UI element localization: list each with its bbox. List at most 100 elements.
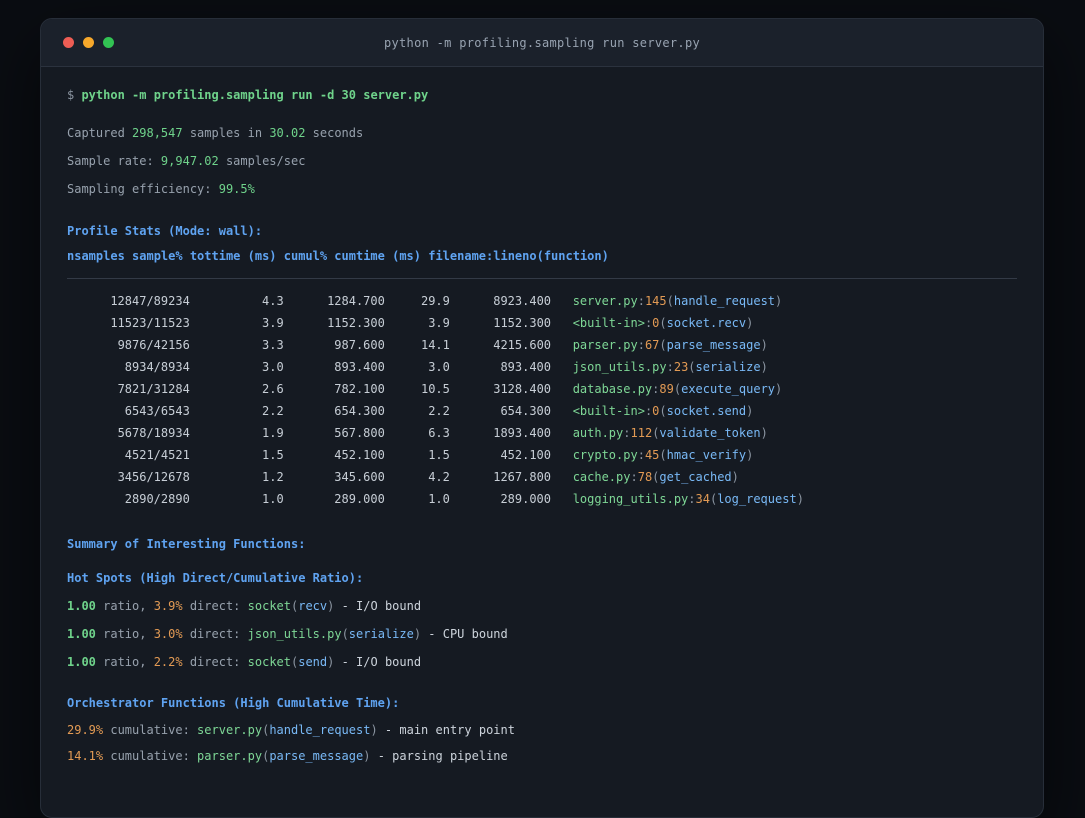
- sample-pct-cell: 3.0: [262, 360, 284, 374]
- nsamples-cell: 12847/89234: [110, 294, 190, 308]
- titlebar[interactable]: python -m profiling.sampling run server.…: [41, 19, 1043, 67]
- cumul-pct-cell: 1.5: [428, 448, 450, 462]
- cumulative-pct-value: 29.9%: [67, 723, 104, 737]
- cumul-pct-cell: 10.5: [420, 382, 450, 396]
- punct: ): [731, 470, 739, 484]
- ratio-label: ratio,: [95, 655, 154, 669]
- cumtime-cell: 1267.800: [493, 470, 552, 484]
- punct: :: [637, 338, 645, 352]
- nsamples-cell: 9876/42156: [117, 338, 190, 352]
- captured-line: Captured 298,547 samples in 30.02 second…: [67, 119, 1017, 147]
- tottime-cell: 782.100: [334, 382, 385, 396]
- lineno-text: 45: [644, 448, 660, 462]
- command-line: $ python -m profiling.sampling run -d 30…: [67, 81, 1017, 109]
- nsamples-cell: 4521/4521: [124, 448, 190, 462]
- filename-text: crypto.py: [572, 448, 638, 462]
- cumtime-cell: 8923.400: [493, 294, 552, 308]
- tottime-cell: 289.000: [334, 492, 385, 506]
- orchestrator-line: 29.9% cumulative: server.py(handle_reque…: [67, 717, 1017, 743]
- tottime-cell: 345.600: [334, 470, 385, 484]
- punct: ): [363, 749, 371, 763]
- nsamples-cell: 6543/6543: [124, 404, 190, 418]
- cumul-pct-cell: 14.1: [420, 338, 450, 352]
- role-note: - main entry point: [377, 723, 515, 737]
- punct: (: [262, 749, 270, 763]
- cumul-pct-cell: 2.2: [428, 404, 450, 418]
- target-name: parser.py: [197, 749, 263, 763]
- punct: :: [666, 360, 674, 374]
- table-row: 2890/2890 1.0 289.000 1.0 289.000 logging_uti…: [67, 488, 1017, 510]
- punct: ): [413, 627, 422, 641]
- window-title: python -m profiling.sampling run server.…: [383, 35, 701, 50]
- tottime-cell: 893.400: [334, 360, 385, 374]
- punct: ): [796, 492, 804, 506]
- function-name-text: parse_message: [269, 749, 364, 763]
- punct: :: [688, 492, 696, 506]
- captured-mid-label: samples in: [182, 126, 270, 140]
- punct: :: [637, 448, 645, 462]
- filename-text: <built-in>: [572, 404, 645, 418]
- function-name-text: parse_message: [666, 338, 761, 352]
- captured-suffix-label: seconds: [305, 126, 364, 140]
- lineno-text: 67: [644, 338, 660, 352]
- sample-rate-label: Sample rate:: [67, 154, 161, 168]
- terminal-window: python -m profiling.sampling run server.…: [40, 18, 1044, 818]
- table-divider: [67, 278, 1017, 279]
- ratio-value: 1.00: [67, 627, 96, 641]
- terminal-output[interactable]: $ python -m profiling.sampling run -d 30…: [41, 67, 1043, 783]
- function-name-text: socket.send: [666, 404, 747, 418]
- nsamples-cell: 8934/8934: [124, 360, 190, 374]
- captured-seconds-value: 30.02: [269, 126, 306, 140]
- nsamples-cell: 3456/12678: [117, 470, 190, 484]
- tottime-cell: 1152.300: [327, 316, 385, 330]
- cumtime-cell: 654.300: [500, 404, 552, 418]
- lineno-text: 89: [659, 382, 674, 396]
- function-cell: crypto.py:45(hmac_verify): [551, 444, 754, 466]
- lineno-text: 34: [695, 492, 710, 506]
- summary-heading: Summary of Interesting Functions:: [67, 537, 306, 551]
- tottime-cell: 452.100: [334, 448, 385, 462]
- captured-samples-value: 298,547: [132, 126, 183, 140]
- lineno-text: 78: [637, 470, 653, 484]
- close-button[interactable]: [63, 37, 74, 48]
- sample-rate-line: Sample rate: 9,947.02 samples/sec: [67, 147, 1017, 175]
- punct: ): [370, 723, 378, 737]
- command-text: python -m profiling.sampling run -d 30 s…: [81, 88, 429, 102]
- role-note: - parsing pipeline: [370, 749, 508, 763]
- function-name-text: validate_token: [659, 426, 761, 440]
- direct-pct-value: 2.2%: [153, 655, 183, 669]
- cumtime-cell: 1152.300: [493, 316, 552, 330]
- cumtime-cell: 1893.400: [493, 426, 552, 440]
- filename-text: database.py: [572, 382, 653, 396]
- cumul-pct-cell: 4.2: [428, 470, 450, 484]
- cumtime-cell: 4215.600: [493, 338, 552, 352]
- punct: :: [630, 470, 638, 484]
- punct: ): [760, 426, 768, 440]
- hot-spot-line: 1.00 ratio, 3.0% direct: json_utils.py(s…: [67, 620, 1017, 648]
- direct-label: direct:: [182, 627, 248, 641]
- function-name-text: recv: [298, 599, 328, 613]
- zoom-button[interactable]: [103, 37, 114, 48]
- hot-spot-line: 1.00 ratio, 2.2% direct: socket(send) - …: [67, 648, 1017, 676]
- punct: ): [760, 338, 768, 352]
- function-name-text: send: [298, 655, 328, 669]
- direct-label: direct:: [182, 599, 248, 613]
- filename-text: json_utils.py: [572, 360, 667, 374]
- punct: (: [688, 360, 696, 374]
- ratio-value: 1.00: [67, 655, 96, 669]
- bound-note: - I/O bound: [334, 655, 422, 669]
- punct: (: [659, 448, 667, 462]
- shell-prompt: $: [67, 88, 82, 102]
- table-row: 12847/89234 4.3 1284.700 29.9 8923.400 server…: [67, 290, 1017, 312]
- minimize-button[interactable]: [83, 37, 94, 48]
- function-name-text: get_cached: [659, 470, 732, 484]
- lineno-text: 145: [644, 294, 667, 308]
- efficiency-label: Sampling efficiency:: [67, 182, 219, 196]
- function-cell: logging_utils.py:34(log_request): [551, 488, 804, 510]
- function-name-text: socket.recv: [666, 316, 747, 330]
- efficiency-line: Sampling efficiency: 99.5%: [67, 175, 1017, 203]
- table-row: 9876/42156 3.3 987.600 14.1 4215.600 parser.p…: [67, 334, 1017, 356]
- cumtime-cell: 289.000: [500, 492, 552, 506]
- function-cell: cache.py:78(get_cached): [551, 466, 739, 488]
- function-cell: database.py:89(execute_query): [551, 378, 783, 400]
